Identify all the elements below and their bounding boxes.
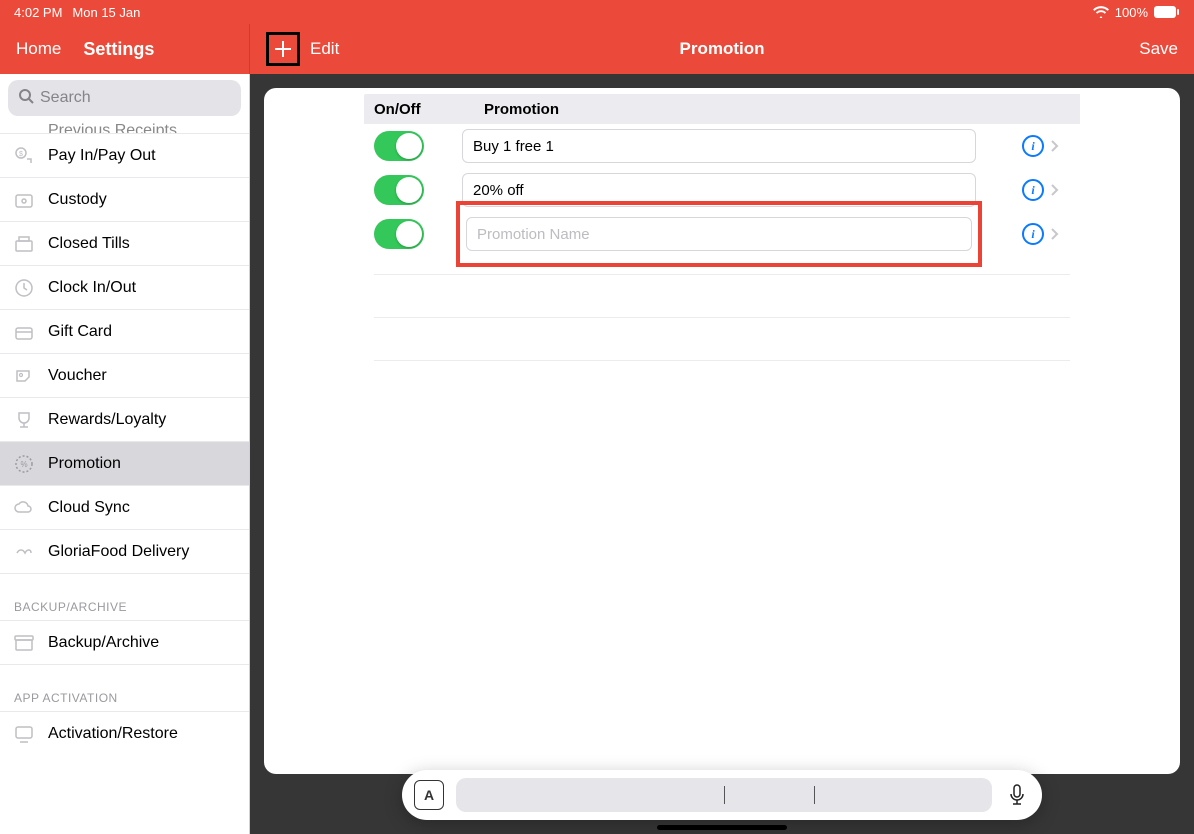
sidebar-item-label: Rewards/Loyalty [48,411,166,429]
sidebar-item-label: Custody [48,191,107,209]
status-time: 4:02 PM [14,5,62,20]
sidebar-item-voucher[interactable]: Voucher [0,354,249,398]
voucher-icon [12,364,36,388]
rewards-icon [12,408,36,432]
sidebar-item-label: Previous Receipts [48,122,177,134]
chevron-right-icon[interactable] [1050,183,1070,197]
archive-icon [12,631,36,655]
edit-button[interactable]: Edit [310,39,339,59]
sidebar-item-label: Clock In/Out [48,279,136,297]
sidebar-item-previous-receipts[interactable]: Previous Receipts [0,122,249,134]
microphone-icon[interactable] [1004,784,1030,806]
toggle-switch[interactable] [374,219,424,249]
sidebar-item-label: Cloud Sync [48,499,130,517]
svg-text:%: % [20,460,27,469]
column-header-onoff: On/Off [374,101,484,118]
keyboard-toolbar: A [402,770,1042,820]
info-icon[interactable]: i [1022,135,1044,157]
sidebar-item-closed-tills[interactable]: Closed Tills [0,222,249,266]
battery-icon [1154,6,1180,18]
nav-bar: Home Settings Edit Promotion Save [0,24,1194,74]
separator [374,360,1070,361]
sidebar-item-promotion[interactable]: % Promotion [0,442,249,486]
promotion-row: i [364,212,1080,256]
status-date: Mon 15 Jan [72,5,140,20]
toggle-switch[interactable] [374,175,424,205]
clock-icon [12,276,36,300]
search-input[interactable] [40,89,231,107]
promotion-name-input[interactable] [462,129,976,163]
sidebar-item-label: Voucher [48,367,107,385]
search-icon [18,88,34,109]
status-bar: 4:02 PM Mon 15 Jan 100% [0,0,1194,24]
separator [374,274,1070,275]
sidebar-item-label: GloriaFood Delivery [48,543,189,561]
table-header: On/Off Promotion [364,94,1080,124]
home-button[interactable]: Home [16,39,61,59]
sidebar-item-gloriafood-delivery[interactable]: GloriaFood Delivery [0,530,249,574]
sidebar-item-label: Promotion [48,455,121,473]
svg-text:$: $ [19,151,23,158]
sidebar-item-label: Closed Tills [48,235,130,253]
keyboard-text-field[interactable] [456,778,992,812]
sidebar-item-pay-in-pay-out[interactable]: $ Pay In/Pay Out [0,134,249,178]
toggle-switch[interactable] [374,131,424,161]
receipt-icon [12,122,36,134]
sidebar-item-rewards-loyalty[interactable]: Rewards/Loyalty [0,398,249,442]
keyboard-mode-key[interactable]: A [414,780,444,810]
search-field[interactable] [8,80,241,116]
sidebar-item-cloud-sync[interactable]: Cloud Sync [0,486,249,530]
sidebar-item-custody[interactable]: Custody [0,178,249,222]
battery-percentage: 100% [1115,5,1148,20]
separator [374,317,1070,318]
sidebar-item-label: Pay In/Pay Out [48,147,156,165]
sidebar-item-gift-card[interactable]: Gift Card [0,310,249,354]
column-header-promotion: Promotion [484,101,1070,118]
promotion-name-input[interactable] [466,217,972,251]
wifi-icon [1093,6,1109,18]
promotion-icon: % [12,452,36,476]
info-icon[interactable]: i [1022,223,1044,245]
home-indicator[interactable] [657,825,787,830]
save-button[interactable]: Save [1139,39,1178,59]
sidebar-section-activation: APP ACTIVATION [0,665,249,712]
sidebar-item-label: Gift Card [48,323,112,341]
closedtills-icon [12,232,36,256]
sidebar-item-backup[interactable]: Backup/Archive [0,621,249,665]
chevron-right-icon[interactable] [1050,139,1070,153]
custody-icon [12,188,36,212]
payinout-icon: $ [12,144,36,168]
giftcard-icon [12,320,36,344]
sidebar: Previous Receipts $ Pay In/Pay Out Custody… [0,74,250,834]
chevron-right-icon[interactable] [1050,227,1070,241]
page-title: Promotion [680,39,765,59]
sidebar-item-clock-in-out[interactable]: Clock In/Out [0,266,249,310]
cloud-icon [12,496,36,520]
monitor-icon [12,722,36,746]
add-button[interactable] [266,32,300,66]
main-panel: On/Off Promotion iii A [250,74,1194,834]
sidebar-item-label: Activation/Restore [48,725,178,743]
delivery-icon [12,540,36,564]
info-icon[interactable]: i [1022,179,1044,201]
promotion-row: i [364,124,1080,168]
sidebar-item-activation[interactable]: Activation/Restore [0,712,249,756]
sidebar-item-label: Backup/Archive [48,634,159,652]
content-sheet: On/Off Promotion iii [264,88,1180,774]
settings-title: Settings [83,39,154,60]
sidebar-section-backup: BACKUP/ARCHIVE [0,574,249,621]
